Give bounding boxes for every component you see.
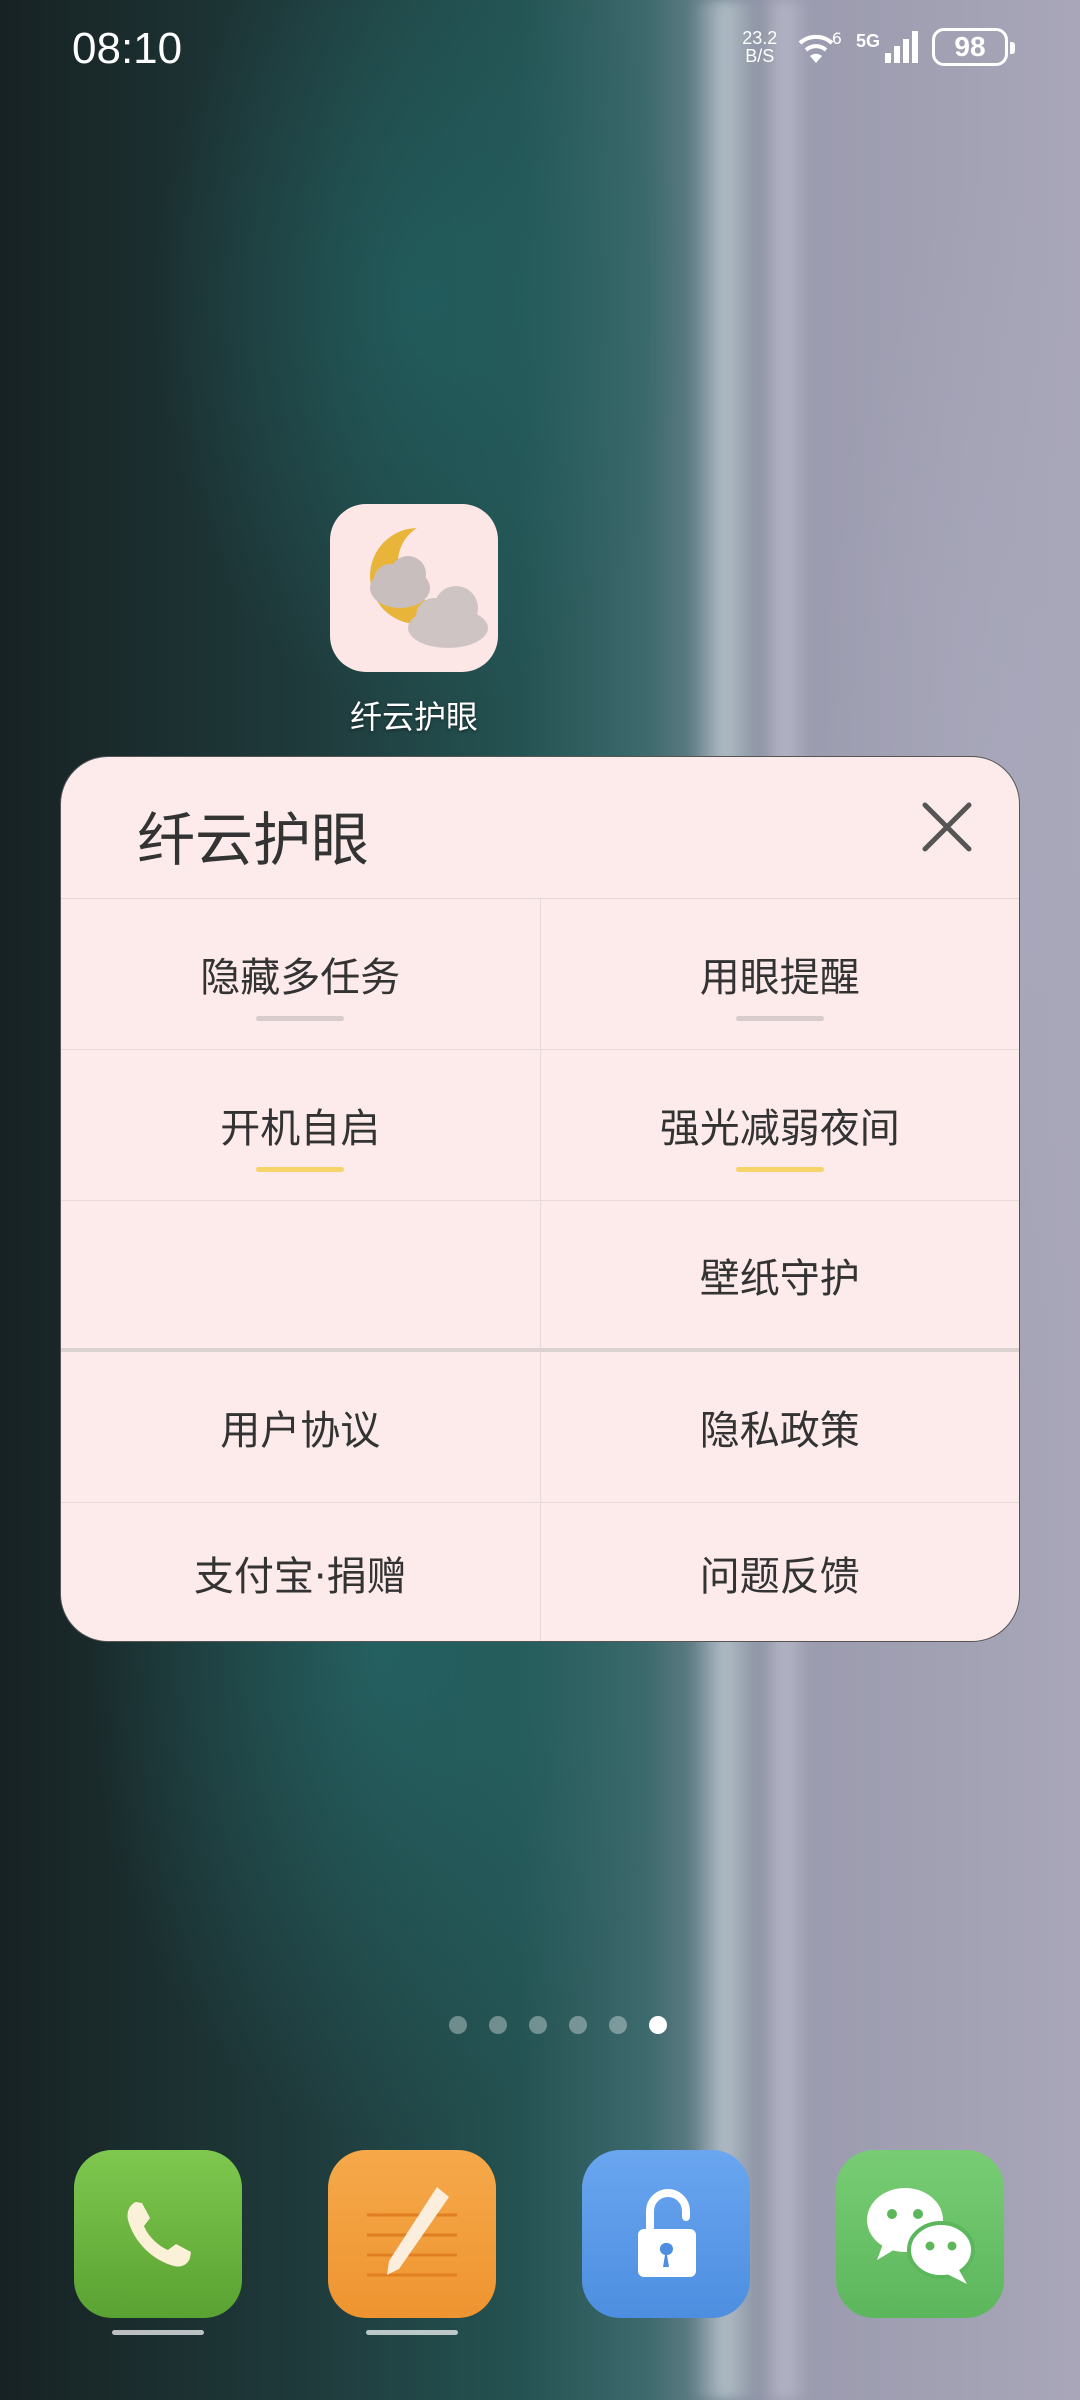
toggle-indicator xyxy=(735,1016,824,1021)
status-bar: 08:10 23.2 B/S 6 5G 98 xyxy=(0,0,1080,100)
option-wallpaper-guard[interactable]: 壁纸守护 xyxy=(539,1201,1020,1348)
option-auto-start[interactable]: 开机自启 xyxy=(61,1050,540,1200)
app-options-panel: 纤云护眼 隐藏多任务 用眼提醒 开机自启 强光减弱夜间 壁纸守护 用户协议 隐私… xyxy=(60,756,1020,1642)
option-user-agreement[interactable]: 用户协议 xyxy=(61,1352,540,1502)
notes-app[interactable] xyxy=(328,2150,496,2318)
close-icon[interactable] xyxy=(915,795,979,859)
pencil-icon xyxy=(367,2187,457,2277)
page-dot[interactable] xyxy=(529,2016,547,2034)
option-label: 开机自启 xyxy=(220,1106,381,1152)
option-alipay-donate[interactable]: 支付宝·捐赠 xyxy=(61,1503,540,1641)
page-dot[interactable] xyxy=(449,2016,467,2034)
dock xyxy=(0,2150,1080,2350)
option-label: 隐藏多任务 xyxy=(200,955,401,1001)
page-dot-active[interactable] xyxy=(649,2016,667,2034)
wechat-app[interactable] xyxy=(836,2150,1004,2318)
option-label: 用眼提醒 xyxy=(699,955,860,1001)
option-eye-reminder[interactable]: 用眼提醒 xyxy=(539,899,1020,1049)
moon-cloud-icon[interactable] xyxy=(330,504,498,672)
toggle-indicator xyxy=(256,1016,345,1021)
option-empty xyxy=(61,1201,540,1348)
toggle-indicator xyxy=(735,1167,824,1172)
status-time: 08:10 xyxy=(72,24,183,73)
wechat-icon xyxy=(867,2188,975,2284)
network-speed: 23.2 B/S xyxy=(742,28,778,66)
phone-app[interactable] xyxy=(74,2150,242,2318)
app-shortcut[interactable]: 纤云护眼 xyxy=(326,504,502,738)
option-label: 问题反馈 xyxy=(699,1554,860,1600)
options-row: 支付宝·捐赠 问题反馈 xyxy=(61,1503,1020,1641)
panel-header: 纤云护眼 xyxy=(61,757,1019,899)
dock-underline xyxy=(366,2330,458,2335)
close-button[interactable] xyxy=(915,795,979,859)
page-dot[interactable] xyxy=(609,2016,627,2034)
options-row: 用户协议 隐私政策 xyxy=(61,1352,1019,1503)
option-label: 壁纸守护 xyxy=(699,1255,860,1302)
battery-indicator: 98 xyxy=(932,28,1015,66)
option-label: 用户协议 xyxy=(220,1408,381,1454)
option-night-light-reduce[interactable]: 强光减弱夜间 xyxy=(539,1050,1020,1200)
lock-app[interactable] xyxy=(582,2150,750,2318)
options-row: 开机自启 强光减弱夜间 xyxy=(61,1050,1019,1201)
option-label: 强光减弱夜间 xyxy=(659,1106,900,1152)
dock-underline xyxy=(112,2330,204,2335)
wifi-icon: 6 xyxy=(796,29,842,65)
option-label: 隐私政策 xyxy=(699,1408,860,1454)
panel-title: 纤云护眼 xyxy=(137,806,370,874)
cellular-signal-icon: 5G xyxy=(856,31,918,63)
toggle-indicator xyxy=(256,1167,345,1172)
options-row: 壁纸守护 xyxy=(61,1201,1019,1352)
page-indicator[interactable] xyxy=(0,2016,1080,2034)
page-dot[interactable] xyxy=(489,2016,507,2034)
option-hide-multitask[interactable]: 隐藏多任务 xyxy=(61,899,540,1049)
options-row: 隐藏多任务 用眼提醒 xyxy=(61,899,1019,1050)
status-icons: 23.2 B/S 6 5G 98 xyxy=(738,28,1015,66)
unlock-icon xyxy=(638,2189,696,2277)
phone-icon xyxy=(127,2202,191,2267)
app-label: 纤云护眼 xyxy=(349,698,478,736)
options-grid: 隐藏多任务 用眼提醒 开机自启 强光减弱夜间 壁纸守护 用户协议 隐私政策 支付… xyxy=(61,899,1020,1641)
option-feedback[interactable]: 问题反馈 xyxy=(539,1503,1020,1641)
option-label: 支付宝·捐赠 xyxy=(193,1554,407,1600)
option-privacy-policy[interactable]: 隐私政策 xyxy=(539,1352,1020,1502)
page-dot[interactable] xyxy=(569,2016,587,2034)
